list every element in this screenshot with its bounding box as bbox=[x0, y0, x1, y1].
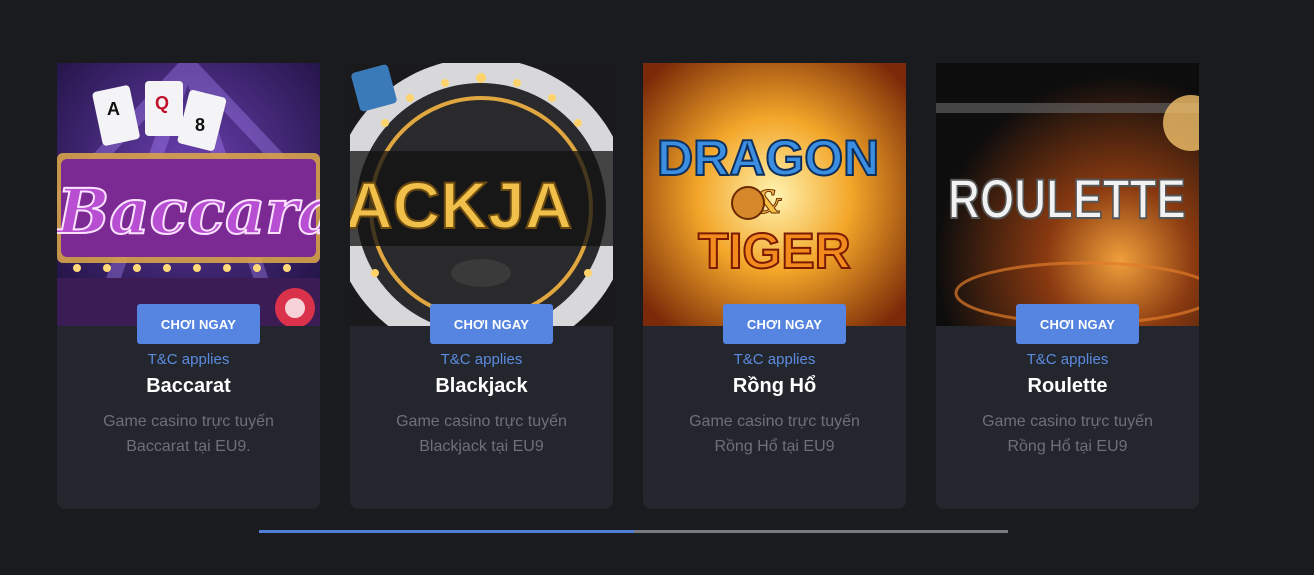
svg-text:Baccarat: Baccarat bbox=[57, 175, 320, 248]
carousel-scrollbar[interactable] bbox=[259, 530, 1008, 533]
description-line: Game casino trực tuyến bbox=[396, 413, 567, 430]
svg-text:TIGER: TIGER bbox=[698, 223, 851, 279]
game-card: DRAGON & TIGER CHƠI NGAY T&C applies Rồn… bbox=[643, 63, 906, 509]
game-title[interactable]: Roulette bbox=[936, 375, 1199, 398]
game-thumbnail[interactable]: ACKJA bbox=[350, 63, 613, 326]
description-line: Game casino trực tuyến bbox=[103, 413, 274, 430]
description-line: Rồng Hổ tại EU9 bbox=[714, 438, 835, 455]
game-card: ROULETTE CHƠI NGAY T&C applies Roulette … bbox=[936, 63, 1199, 509]
description-line: Game casino trực tuyến bbox=[689, 413, 860, 430]
description-line: Blackjack tại EU9 bbox=[419, 438, 544, 455]
game-card: A Q 8 Baccarat CHƠI NGAY T&C applies Bac… bbox=[57, 63, 320, 509]
blackjack-thumbnail: ACKJA bbox=[350, 63, 613, 326]
roulette-thumbnail: ROULETTE bbox=[936, 63, 1199, 326]
svg-text:ROULETTE: ROULETTE bbox=[948, 167, 1186, 230]
svg-text:DRAGON: DRAGON bbox=[657, 130, 879, 186]
play-now-button[interactable]: CHƠI NGAY bbox=[1016, 304, 1139, 344]
dragon-tiger-thumbnail: DRAGON & TIGER bbox=[643, 63, 906, 326]
baccarat-thumbnail: A Q 8 Baccarat bbox=[57, 63, 320, 326]
game-title[interactable]: Rồng Hổ bbox=[643, 375, 906, 398]
terms-link[interactable]: T&C applies bbox=[350, 351, 613, 368]
terms-link[interactable]: T&C applies bbox=[643, 351, 906, 368]
game-thumbnail[interactable]: ROULETTE bbox=[936, 63, 1199, 326]
game-thumbnail[interactable]: A Q 8 Baccarat bbox=[57, 63, 320, 326]
game-description: Game casino trực tuyến Rồng Hổ tại EU9 bbox=[956, 409, 1179, 459]
terms-link[interactable]: T&C applies bbox=[936, 351, 1199, 368]
play-now-button[interactable]: CHƠI NGAY bbox=[430, 304, 553, 344]
game-description: Game casino trực tuyến Baccarat tại EU9. bbox=[77, 409, 300, 459]
carousel-scrollbar-thumb[interactable] bbox=[259, 530, 634, 533]
svg-text:ACKJA: ACKJA bbox=[350, 168, 572, 242]
game-title[interactable]: Blackjack bbox=[350, 375, 613, 398]
game-card: ACKJA CHƠI NGAY T&C applies Blackjack Ga… bbox=[350, 63, 613, 509]
play-now-button[interactable]: CHƠI NGAY bbox=[137, 304, 260, 344]
svg-text:8: 8 bbox=[195, 115, 205, 135]
game-description: Game casino trực tuyến Blackjack tại EU9 bbox=[370, 409, 593, 459]
description-line: Game casino trực tuyến bbox=[982, 413, 1153, 430]
game-thumbnail[interactable]: DRAGON & TIGER bbox=[643, 63, 906, 326]
description-line: Rồng Hổ tại EU9 bbox=[1007, 438, 1128, 455]
game-title[interactable]: Baccarat bbox=[57, 375, 320, 398]
play-now-button[interactable]: CHƠI NGAY bbox=[723, 304, 846, 344]
terms-link[interactable]: T&C applies bbox=[57, 351, 320, 368]
svg-text:A: A bbox=[107, 99, 120, 119]
svg-text:Q: Q bbox=[155, 93, 169, 113]
description-line: Baccarat tại EU9. bbox=[126, 438, 251, 455]
game-description: Game casino trực tuyến Rồng Hổ tại EU9 bbox=[663, 409, 886, 459]
